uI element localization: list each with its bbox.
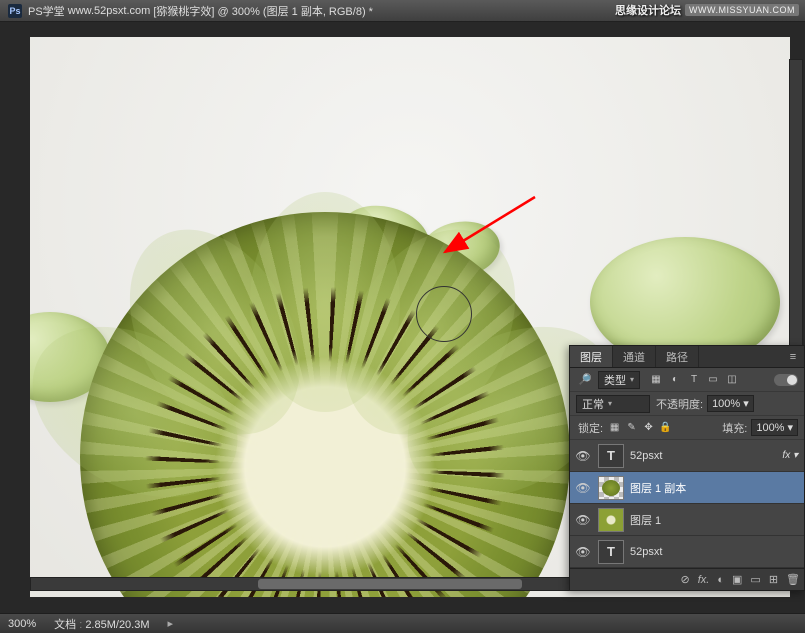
layer-thumb-icon	[598, 476, 624, 500]
search-kind-icon[interactable]: 🔎	[576, 371, 594, 389]
lock-transparent-icon[interactable]: ▦	[607, 422, 622, 433]
fx-badge[interactable]: fx ▾	[782, 450, 798, 461]
layer-row[interactable]: 👁 图层 1 副本	[570, 472, 804, 504]
statusbar: 300% 文档 : 2.85M/20.3M ▸	[0, 613, 805, 633]
mask-icon[interactable]: ◐	[717, 574, 724, 586]
watermark-badge: WWW.MISSYUAN.COM	[685, 4, 799, 16]
title-url: www.52psxt.com	[68, 5, 151, 17]
opacity-label: 不透明度:	[656, 396, 703, 412]
filter-shape-icon[interactable]: ▭	[705, 372, 721, 388]
layers-panel: 图层 通道 路径 ≡ 🔎 类型▾ ▦ ◐ T ▭ ◫ 正常▾ 不透明度: 100…	[569, 345, 805, 591]
panel-menu-icon[interactable]: ≡	[782, 346, 804, 367]
filter-text-icon[interactable]: T	[686, 372, 702, 388]
filter-smart-icon[interactable]: ◫	[724, 372, 740, 388]
fill-label: 填充:	[722, 420, 747, 436]
visibility-eye-icon[interactable]: 👁	[574, 513, 592, 527]
layers-list: 👁 T 52psxt fx ▾ 👁 图层 1 副本 👁 图层 1 👁 T 52p…	[570, 440, 804, 568]
visibility-eye-icon[interactable]: 👁	[574, 481, 592, 495]
title-app: PS学堂	[28, 3, 65, 19]
lock-position-icon[interactable]: ✥	[641, 422, 656, 433]
blend-mode-select[interactable]: 正常▾	[576, 395, 650, 413]
link-layers-icon[interactable]: ⊘	[681, 573, 690, 586]
adjustment-icon[interactable]: ▣	[732, 573, 742, 586]
doc-size: 2.85M/20.3M	[85, 619, 149, 631]
layer-row[interactable]: 👁 图层 1	[570, 504, 804, 536]
layer-name[interactable]: 图层 1	[630, 512, 800, 528]
filter-adjust-icon[interactable]: ◐	[667, 372, 683, 388]
fx-menu-icon[interactable]: fx.	[698, 574, 710, 586]
filter-pixel-icon[interactable]: ▦	[648, 372, 664, 388]
filter-row: 🔎 类型▾ ▦ ◐ T ▭ ◫	[570, 368, 804, 392]
layer-row[interactable]: 👁 T 52psxt fx ▾	[570, 440, 804, 472]
blend-row: 正常▾ 不透明度: 100%▾	[570, 392, 804, 416]
lock-all-icon[interactable]: 🔒	[658, 422, 673, 433]
tab-paths[interactable]: 路径	[656, 346, 699, 367]
layer-name[interactable]: 52psxt	[630, 450, 776, 462]
lock-pixels-icon[interactable]: ✎	[624, 422, 639, 433]
title-doc: [猕猴桃字效] @ 300% (图层 1 副本, RGB/8) *	[153, 3, 373, 19]
layer-name[interactable]: 图层 1 副本	[630, 480, 800, 496]
visibility-eye-icon[interactable]: 👁	[574, 449, 592, 463]
group-icon[interactable]: ▭	[750, 573, 760, 586]
ps-logo-icon: Ps	[8, 4, 22, 18]
watermark: 思缘设计论坛 WWW.MISSYUAN.COM	[615, 2, 799, 18]
layer-thumb-icon: T	[598, 444, 624, 468]
fill-value[interactable]: 100%▾	[751, 419, 798, 436]
tab-layers[interactable]: 图层	[570, 346, 613, 367]
filter-kind-select[interactable]: 类型▾	[598, 371, 640, 389]
delete-layer-icon[interactable]: 🗑	[786, 573, 800, 586]
opacity-value[interactable]: 100%▾	[707, 395, 754, 412]
panel-tabs: 图层 通道 路径 ≡	[570, 346, 804, 368]
new-layer-icon[interactable]: ⊞	[769, 573, 778, 586]
tab-channels[interactable]: 通道	[613, 346, 656, 367]
layer-row[interactable]: 👁 T 52psxt	[570, 536, 804, 568]
layer-thumb-icon	[598, 508, 624, 532]
visibility-eye-icon[interactable]: 👁	[574, 545, 592, 559]
zoom-value[interactable]: 300%	[8, 618, 36, 630]
lock-label: 锁定:	[578, 420, 603, 436]
panel-footer: ⊘ fx. ◐ ▣ ▭ ⊞ 🗑	[570, 568, 804, 590]
layer-thumb-icon: T	[598, 540, 624, 564]
filter-toggle[interactable]	[774, 374, 798, 386]
status-menu-icon[interactable]: ▸	[168, 617, 174, 630]
watermark-text: 思缘设计论坛	[615, 2, 681, 18]
layer-name[interactable]: 52psxt	[630, 546, 800, 558]
doc-label: 文档	[54, 619, 76, 631]
kiwi-image	[80, 212, 570, 597]
lock-row: 锁定: ▦ ✎ ✥ 🔒 填充: 100%▾	[570, 416, 804, 440]
